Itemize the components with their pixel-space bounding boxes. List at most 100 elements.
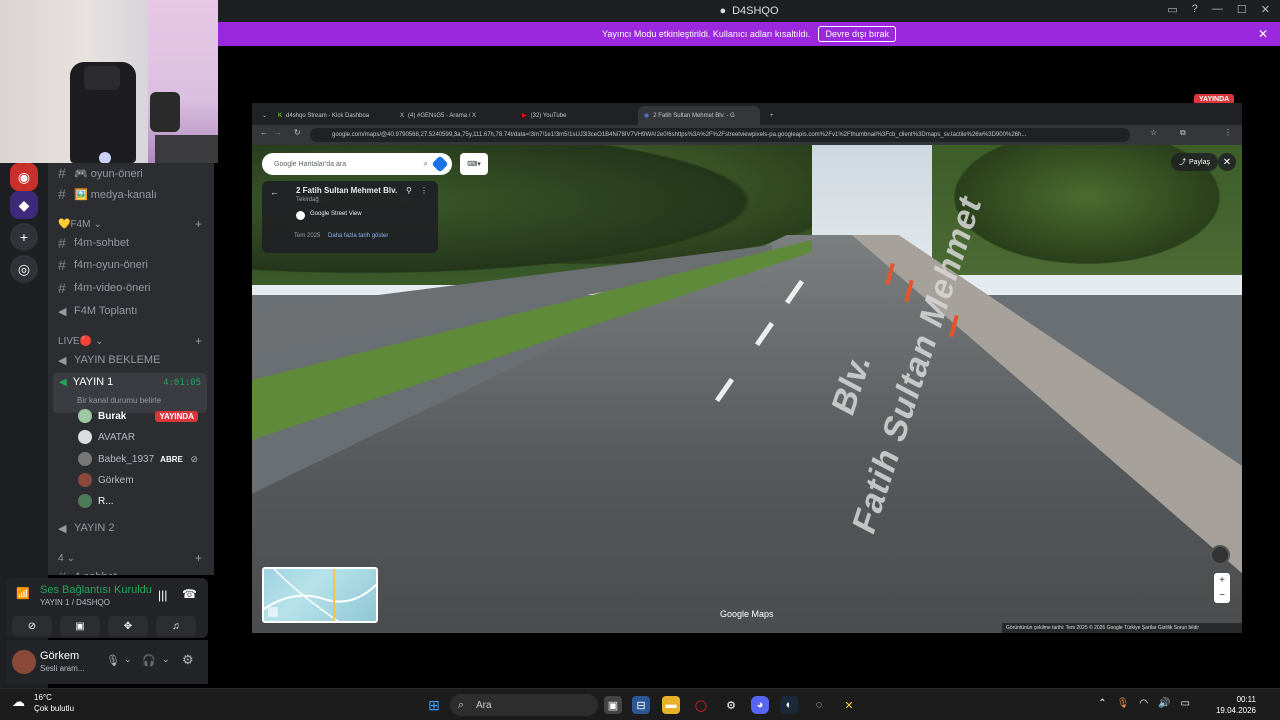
mic-icon[interactable]: 🎙 <box>106 654 120 667</box>
steam-client-icon[interactable]: ◐ <box>780 696 798 714</box>
battery-icon[interactable]: ▭ <box>1181 698 1190 709</box>
headphones-icon[interactable]: 🎧 <box>142 654 156 667</box>
kebab-menu-icon[interactable]: ⋮ <box>1224 128 1232 137</box>
voice-user-burak[interactable]: Burak YAYINDA <box>78 406 208 426</box>
soundboard-button[interactable]: ♫ <box>156 616 196 636</box>
tab-youtube[interactable]: ▶ (32) YouTube <box>516 106 634 125</box>
chevron-down-icon: ⌄ <box>66 553 75 564</box>
file-explorer-icon[interactable]: ▬ <box>662 696 680 714</box>
tab-menu-icon[interactable]: ⌄ <box>256 106 266 125</box>
forward-icon[interactable]: → <box>274 128 282 137</box>
opera-icon[interactable]: ◯ <box>692 696 710 714</box>
maps-search-input[interactable]: Google Haritalar'da ara ⌕ <box>262 153 452 175</box>
zoom-out-icon[interactable]: − <box>1219 590 1225 601</box>
tab-kick[interactable]: Kd4shqo Stream - Kick Dashboa <box>272 106 390 125</box>
reload-icon[interactable]: ↻ <box>294 128 301 137</box>
minimize-icon[interactable]: — <box>1212 3 1223 16</box>
close-icon[interactable]: ✕ <box>1261 3 1270 16</box>
server-icon-2[interactable]: ◆ <box>10 191 38 219</box>
chevron-up-icon[interactable]: ⌃ <box>1098 698 1106 709</box>
task-view-icon[interactable]: ▣ <box>604 696 622 714</box>
help-icon[interactable]: ? <box>1192 3 1198 16</box>
close-icon[interactable]: ✕ <box>1218 153 1236 171</box>
zoom-in-icon[interactable]: + <box>1219 575 1225 586</box>
share-button[interactable]: ⤴ Paylaş <box>1170 153 1218 171</box>
voice-user-gorkem[interactable]: Görkem <box>78 470 208 490</box>
tab-x[interactable]: X (4) #GENsG5 - Arama / X <box>394 106 512 125</box>
noise-suppression-icon[interactable]: ||| <box>158 588 167 602</box>
search-label: Ara <box>476 699 492 711</box>
zoom-control[interactable]: + − <box>1214 573 1230 603</box>
voice-status-prompt[interactable]: Bir kanal durumu belirle <box>77 396 161 405</box>
wifi-icon[interactable]: ◠ <box>1139 698 1148 709</box>
webcam-logo <box>99 152 111 163</box>
extensions-icon[interactable]: ⧉ <box>1180 128 1186 138</box>
search-icon[interactable]: ⌕ <box>424 159 428 169</box>
speaker-icon: ◀ <box>59 376 67 388</box>
star-icon[interactable]: ☆ <box>1150 128 1157 137</box>
chevron-down-icon[interactable]: ⌄ <box>162 654 170 665</box>
category-live[interactable]: LIVE🔴 ⌄ <box>58 336 104 347</box>
pin-icon[interactable]: ⚲ <box>406 186 412 195</box>
tab-maps[interactable]: ◉ 2 Fatih Sultan Mehmet Blv. - G <box>638 106 760 125</box>
channel-oyun-oneri[interactable]: # 🎮 oyun-öneri <box>58 163 208 183</box>
category-f4m[interactable]: 💛F4M ⌄ <box>58 219 102 230</box>
inbox-icon[interactable]: ▭ <box>1167 3 1177 16</box>
close-icon[interactable]: ✕ <box>1258 27 1268 41</box>
maximize-icon[interactable]: ☐ <box>1237 3 1247 16</box>
add-channel-icon[interactable]: + <box>195 334 202 348</box>
disconnect-icon[interactable]: ☎ <box>182 587 197 601</box>
channel-f4m-oyun-oneri[interactable]: # f4m-oyun-öneri <box>58 255 208 275</box>
more-dates-link[interactable]: Daha fazla tarih göster <box>328 233 388 239</box>
voice-status[interactable]: Ses Bağlantısı Kuruldu <box>40 584 152 596</box>
taskbar-search[interactable]: ⌕ Ara <box>450 694 598 716</box>
app-icon[interactable]: ◌ <box>810 696 828 714</box>
channel-f4m-video-oneri[interactable]: # f4m-video-öneri <box>58 278 208 298</box>
back-icon[interactable]: ← <box>270 187 279 197</box>
keyboard-icon[interactable]: ⌨▾ <box>460 153 488 175</box>
add-channel-icon[interactable]: + <box>195 551 202 565</box>
channel-f4m-toplanti[interactable]: ◀ F4M Toplantı <box>58 301 208 321</box>
kebab-menu-icon[interactable]: ⋮ <box>420 186 428 195</box>
xbox-icon[interactable]: ✕ <box>840 696 858 714</box>
new-tab-button[interactable]: + <box>764 106 778 125</box>
camera-off-button[interactable]: ⊘ <box>12 616 52 636</box>
server-icon-1[interactable]: ◉ <box>10 163 38 191</box>
compass-icon[interactable] <box>1210 545 1230 565</box>
channel-f4m-sohbet[interactable]: # f4m-sohbet <box>58 233 208 253</box>
channel-yayin-2[interactable]: ◀ YAYIN 2 <box>58 518 208 538</box>
screen-share-button[interactable]: ▣ <box>60 616 100 636</box>
avatar[interactable] <box>12 650 36 674</box>
gear-icon[interactable]: ⚙ <box>182 652 194 668</box>
voice-user-r[interactable]: R... <box>78 491 208 511</box>
chevron-down-icon[interactable]: ⌄ <box>124 654 132 665</box>
user-name: Babek_1937 <box>98 453 155 465</box>
voice-user-avatar[interactable]: AVATAR <box>78 427 208 447</box>
add-server-icon[interactable]: + <box>10 223 38 251</box>
steam-icon[interactable]: ⚙ <box>722 696 740 714</box>
activities-button[interactable]: ✥ <box>108 616 148 636</box>
back-icon[interactable]: ← <box>260 128 268 137</box>
voice-user-babek[interactable]: Babek_1937 ABRE ⊘ <box>78 449 208 469</box>
start-icon[interactable]: ⊞ <box>425 696 443 714</box>
disable-streamer-mode-button[interactable]: Devre dışı bırak <box>818 26 896 42</box>
discord-icon[interactable]: ◕ <box>751 696 769 714</box>
mic-icon[interactable]: 🎙 <box>1117 698 1130 709</box>
system-clock[interactable]: 00:11 19.04.2026 <box>1216 694 1256 716</box>
mini-map[interactable] <box>262 567 378 623</box>
voice-timer: 4:01:05 <box>163 378 201 388</box>
add-channel-icon[interactable]: + <box>195 217 202 231</box>
discover-icon[interactable]: ◎ <box>10 255 38 283</box>
user-panel-name[interactable]: Görkem <box>40 650 79 662</box>
store-icon[interactable]: ⊟ <box>632 696 650 714</box>
channel-yayin-bekleme[interactable]: ◀ YAYIN BEKLEME <box>58 350 208 370</box>
category-4[interactable]: 4 ⌄ <box>58 553 75 564</box>
directions-icon[interactable] <box>431 155 449 173</box>
channel-medya-kanali[interactable]: # 🖼️ medya-kanalı <box>58 184 208 204</box>
volume-icon[interactable]: 🔊 <box>1158 698 1170 709</box>
street-view-panorama[interactable]: Fatih Sultan Mehmet Blv. Google Haritala… <box>252 145 1242 633</box>
signal-icon[interactable]: 📶 <box>16 587 30 600</box>
url-field[interactable]: google.com/maps/@40.9790568,27.5240599,3… <box>310 128 1130 142</box>
weather-widget[interactable]: ☁ 16°C Çok bulutlu <box>12 692 74 714</box>
channel-4-sohbet[interactable]: #4-sohbet <box>58 567 208 575</box>
